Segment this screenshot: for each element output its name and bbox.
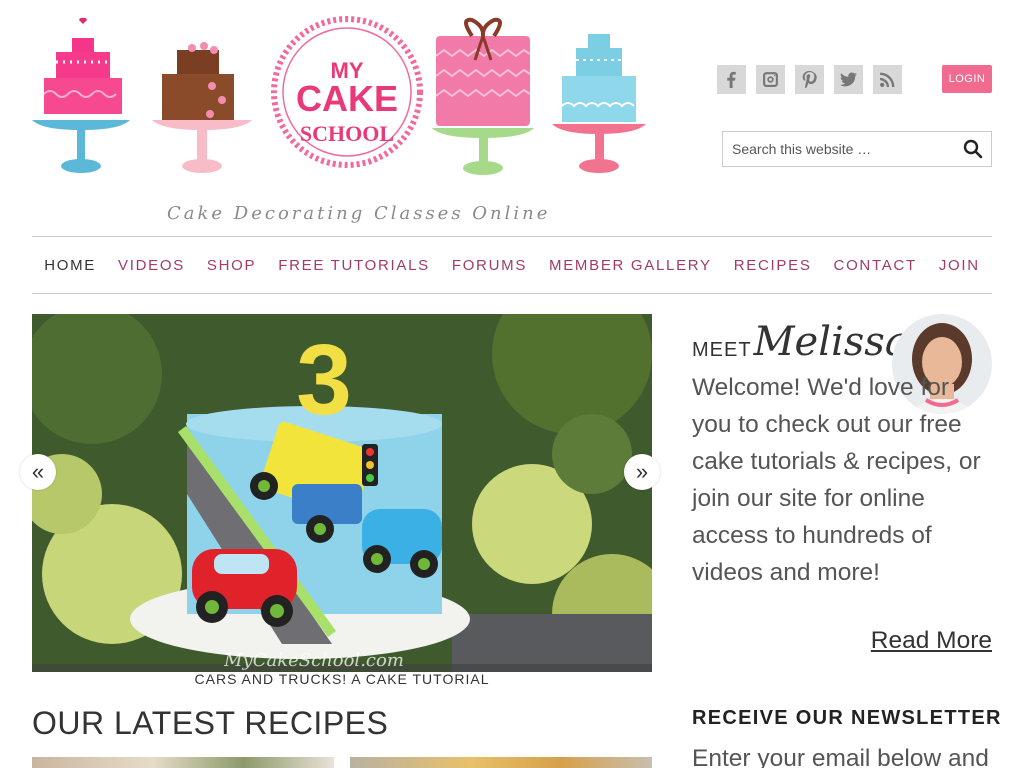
featured-slider[interactable]: 3 MyCakeSchool.com [32, 314, 652, 672]
my-cake-school-badge: MY CAKE SCHOOL [271, 16, 423, 168]
recipe-thumbnail[interactable] [350, 757, 652, 768]
nav-item-join[interactable]: JOIN [939, 257, 980, 274]
slider-next-button[interactable]: » [624, 454, 660, 490]
cake-illustration-zigzag [432, 17, 534, 175]
slide-caption[interactable]: CARS AND TRUCKS! A CAKE TUTORIAL [32, 671, 652, 687]
cake-illustration-blue [552, 34, 646, 173]
twitter-icon[interactable] [834, 65, 863, 94]
nav-item-forums[interactable]: FORUMS [452, 257, 527, 274]
newsletter-text: Enter your email below and [692, 745, 989, 768]
facebook-icon[interactable] [717, 65, 746, 94]
svg-text:SCHOOL: SCHOOL [300, 121, 394, 146]
nav-item-videos[interactable]: VIDEOS [118, 257, 185, 274]
search-icon[interactable] [955, 132, 991, 166]
pinterest-icon[interactable] [795, 65, 824, 94]
cake-topper: 3 [296, 324, 352, 436]
rss-icon[interactable] [873, 65, 902, 94]
cake-illustration-pink [32, 17, 130, 173]
main-navigation: HOME VIDEOS SHOP FREE TUTORIALS FORUMS M… [32, 236, 992, 294]
site-header: MY CAKE SCHOOL Cake Decorating Classes O… [32, 0, 992, 236]
svg-text:CAKE: CAKE [296, 78, 398, 119]
social-links [717, 65, 902, 94]
nav-item-recipes[interactable]: RECIPES [734, 257, 812, 274]
newsletter-heading: RECEIVE OUR NEWSLETTER [692, 707, 1002, 729]
slide-image[interactable]: 3 MyCakeSchool.com [32, 314, 652, 672]
meet-heading: MEET Melissa [692, 322, 909, 362]
search-form [722, 131, 992, 167]
nav-item-contact[interactable]: CONTACT [834, 257, 917, 274]
welcome-text: Welcome! We'd love for you to check out … [692, 374, 981, 586]
recipe-thumbnail[interactable] [32, 757, 334, 768]
nav-item-shop[interactable]: SHOP [207, 257, 256, 274]
site-tagline: Cake Decorating Classes Online [167, 203, 551, 224]
meet-name: Melissa [753, 319, 909, 365]
login-button[interactable]: LOGIN [942, 65, 992, 93]
nav-item-member-gallery[interactable]: MEMBER GALLERY [549, 257, 712, 274]
slide-watermark: MyCakeSchool.com [223, 650, 404, 671]
search-input[interactable] [723, 132, 955, 166]
nav-item-home[interactable]: HOME [44, 257, 96, 274]
instagram-icon[interactable] [756, 65, 785, 94]
meet-prefix: MEET [692, 339, 752, 361]
nav-item-free-tutorials[interactable]: FREE TUTORIALS [278, 257, 430, 274]
site-logo[interactable]: MY CAKE SCHOOL [32, 16, 648, 182]
slider-prev-button[interactable]: « [20, 454, 56, 490]
latest-recipes-heading: OUR LATEST RECIPES [32, 705, 389, 741]
read-more-link[interactable]: Read More [871, 627, 992, 655]
cake-illustration-chocolate [152, 42, 252, 173]
